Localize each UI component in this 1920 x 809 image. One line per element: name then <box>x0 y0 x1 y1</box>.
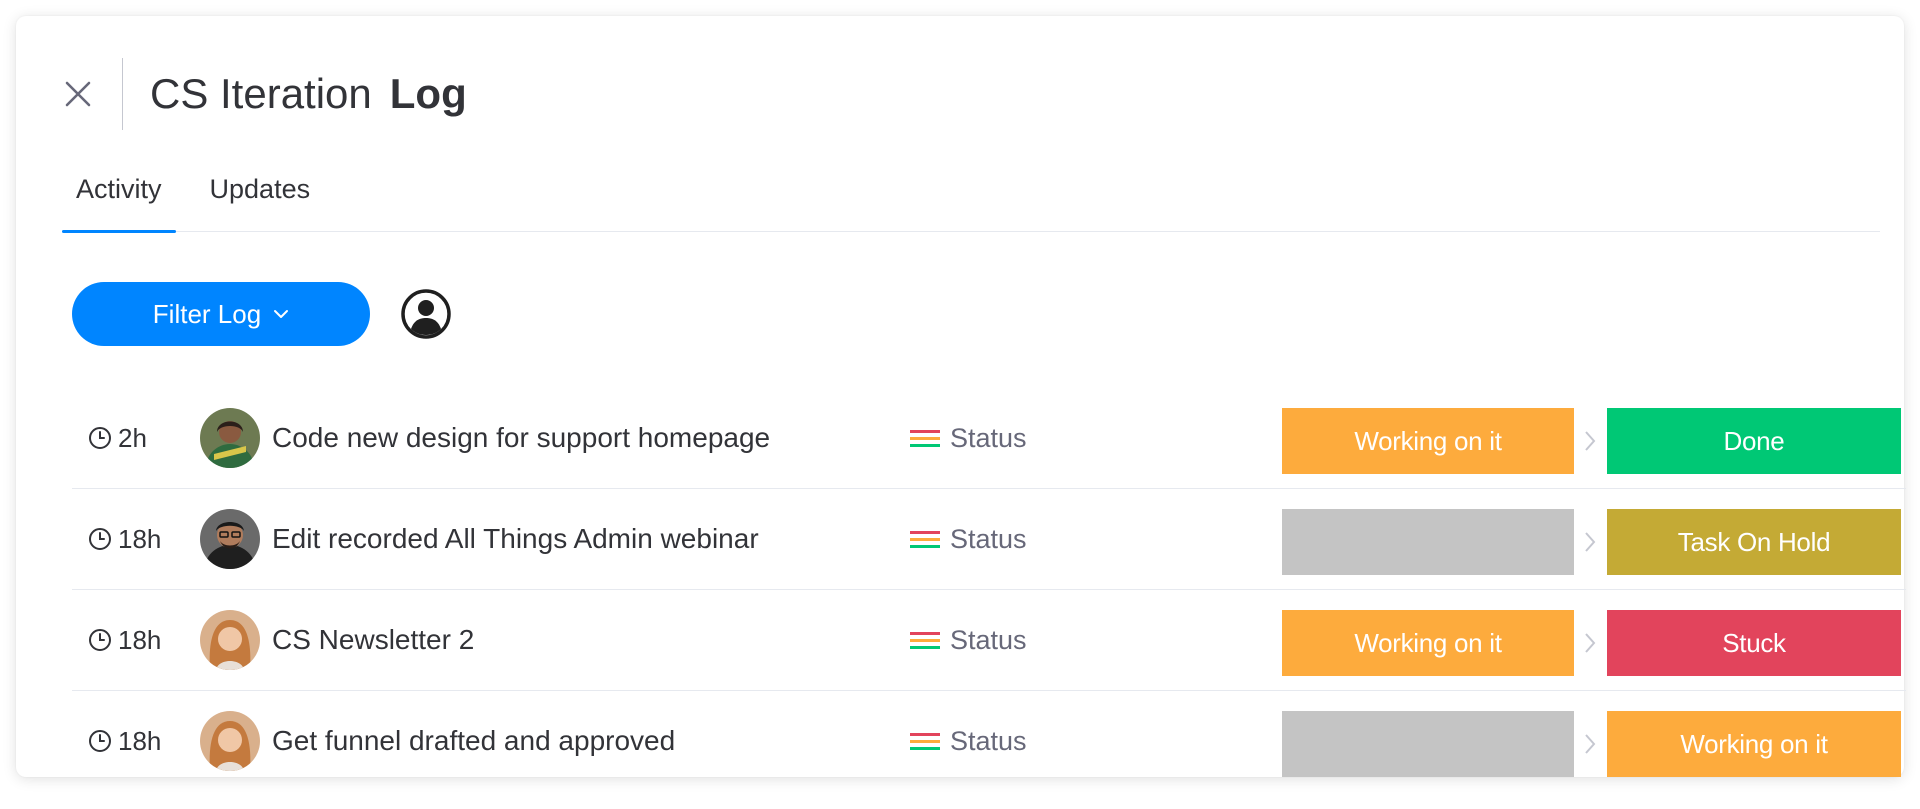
chevron-down-icon <box>273 309 289 319</box>
title-board-name: CS Iteration <box>150 70 372 117</box>
column-name: Status <box>910 691 1027 791</box>
chevron-right-icon <box>1580 428 1600 454</box>
item-name[interactable]: Code new design for support homepage <box>272 388 770 488</box>
chevron-right-icon <box>1580 529 1600 555</box>
tab-bar: Activity Updates <box>62 166 1880 233</box>
title-log-label: Log <box>389 70 467 117</box>
status-column-icon <box>910 730 940 752</box>
clock-icon <box>88 729 112 753</box>
column-name: Status <box>910 388 1027 488</box>
activity-time: 2h <box>88 388 147 488</box>
activity-time: 18h <box>88 489 161 589</box>
tab-updates[interactable]: Updates <box>196 166 325 232</box>
page-title: CS Iteration Log <box>150 68 467 120</box>
avatar[interactable] <box>200 711 260 771</box>
filter-log-button[interactable]: Filter Log <box>72 282 370 346</box>
avatar[interactable] <box>200 610 260 670</box>
close-icon <box>65 81 91 107</box>
activity-row: 18h Get funnel drafted and approved Stat… <box>72 691 1906 792</box>
time-value: 2h <box>118 422 147 453</box>
status-previous: Working on it <box>1282 610 1574 676</box>
clock-icon <box>88 628 112 652</box>
column-name: Status <box>910 590 1027 690</box>
time-value: 18h <box>118 624 162 655</box>
filter-log-label: Filter Log <box>152 298 262 329</box>
item-name[interactable]: Edit recorded All Things Admin webinar <box>272 489 759 589</box>
item-name[interactable]: CS Newsletter 2 <box>272 590 474 690</box>
avatar[interactable] <box>200 408 260 468</box>
status-previous <box>1282 711 1574 777</box>
activity-time: 18h <box>88 590 161 690</box>
status-previous <box>1282 509 1574 575</box>
column-label: Status <box>950 725 1027 756</box>
clock-icon <box>88 426 112 450</box>
column-label: Status <box>950 624 1027 655</box>
status-previous: Working on it <box>1282 408 1574 474</box>
activity-row: 18h Edit recorded All Things Admin webin… <box>72 489 1906 590</box>
column-name: Status <box>910 489 1027 589</box>
column-label: Status <box>950 523 1027 554</box>
status-new: Working on it <box>1607 711 1901 777</box>
column-label: Status <box>950 422 1027 453</box>
item-activity-panel: CS Iteration Log Activity Updates Filter… <box>16 16 1906 777</box>
status-new: Done <box>1607 408 1901 474</box>
status-new: Stuck <box>1607 610 1901 676</box>
activity-row: 18h CS Newsletter 2 Status Working on it <box>72 590 1906 691</box>
activity-log-list: 2h Code new design for support homepage … <box>72 388 1906 792</box>
tab-activity[interactable]: Activity <box>62 166 176 233</box>
status-column-icon <box>910 528 940 550</box>
chevron-right-icon <box>1580 731 1600 757</box>
header-divider <box>122 58 123 130</box>
status-column-icon <box>910 629 940 651</box>
status-new: Task On Hold <box>1607 509 1901 575</box>
clock-icon <box>88 527 112 551</box>
activity-row: 2h Code new design for support homepage … <box>72 388 1906 489</box>
chevron-right-icon <box>1580 630 1600 656</box>
item-name[interactable]: Get funnel drafted and approved <box>272 691 675 791</box>
status-column-icon <box>910 427 940 449</box>
person-icon <box>401 289 451 339</box>
activity-time: 18h <box>88 691 161 791</box>
person-filter-button[interactable] <box>400 288 452 340</box>
time-value: 18h <box>118 725 162 756</box>
close-button[interactable] <box>60 76 96 112</box>
avatar[interactable] <box>200 509 260 569</box>
time-value: 18h <box>118 523 162 554</box>
